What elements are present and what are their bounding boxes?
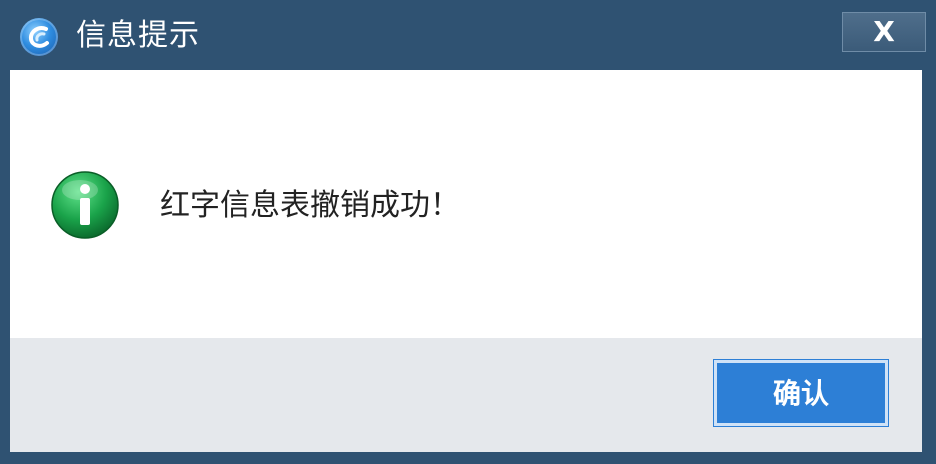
close-button[interactable]: X xyxy=(842,12,926,52)
title-bar[interactable]: 信息提示 X xyxy=(0,0,936,70)
dialog-footer: 确认 xyxy=(10,338,922,452)
close-icon: X xyxy=(873,15,895,48)
message-area: 红字信息表撤销成功！ xyxy=(10,70,922,338)
dialog-title: 信息提示 xyxy=(76,18,200,53)
message-text: 红字信息表撤销成功！ xyxy=(160,188,460,223)
confirm-button[interactable]: 确认 xyxy=(713,359,889,427)
app-logo-icon xyxy=(20,18,58,56)
dialog-window: 信息提示 X 红字信息表撤销成功！ 确认 xyxy=(0,0,936,464)
info-icon xyxy=(50,170,120,240)
